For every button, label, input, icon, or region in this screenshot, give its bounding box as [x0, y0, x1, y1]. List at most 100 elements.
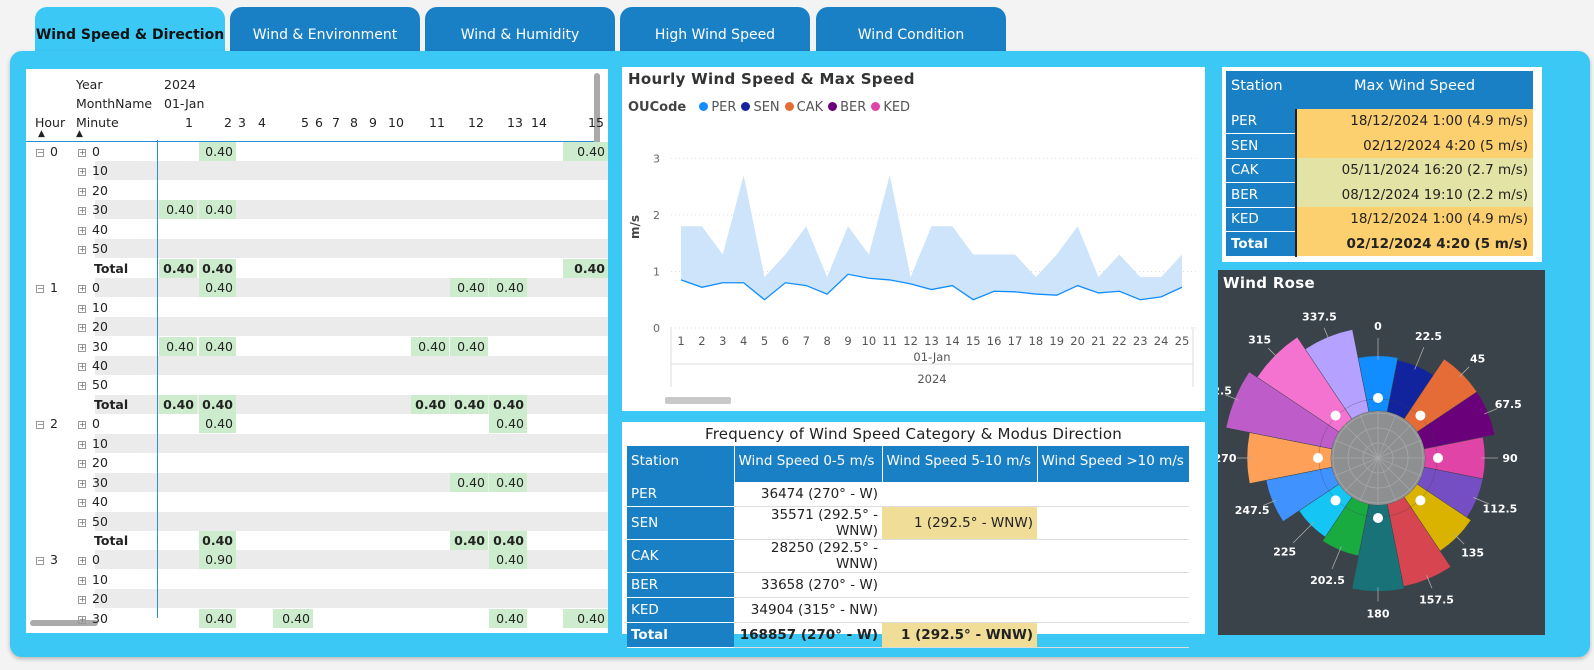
col-station[interactable]: Station	[1226, 71, 1296, 109]
matrix-value-cell[interactable]: 0.40	[563, 258, 608, 278]
day-column-header[interactable]: 2	[224, 115, 232, 130]
max-speed-cell[interactable]: 02/12/2024 4:20 (5 m/s)	[1296, 133, 1533, 158]
minute-row-header[interactable]: +30	[78, 200, 108, 219]
day-column-header[interactable]: 11	[429, 115, 445, 130]
minute-row-header[interactable]: +10	[78, 161, 108, 180]
value-cell[interactable]: 28250 (292.5° - WNW)	[734, 539, 882, 574]
max-speed-cell[interactable]: 18/12/2024 1:00 (4.9 m/s)	[1296, 109, 1533, 134]
expand-icon[interactable]: +	[78, 168, 86, 177]
day-column-header[interactable]: 6	[315, 115, 323, 130]
minute-row-header[interactable]: +40	[78, 220, 108, 239]
minute-row-header[interactable]: +50	[78, 375, 108, 394]
minute-row-header[interactable]: +0	[78, 278, 100, 297]
minute-row-header[interactable]: +0	[78, 550, 100, 569]
value-cell[interactable]	[1037, 622, 1189, 648]
expand-icon[interactable]: +	[78, 149, 86, 157]
matrix-value-cell[interactable]: 0.40	[159, 336, 197, 356]
day-column-header[interactable]: 12	[468, 115, 484, 130]
matrix-value-cell[interactable]: 0.40	[411, 336, 449, 356]
collapse-icon[interactable]: −	[36, 421, 44, 430]
minute-row-header[interactable]: Total	[94, 531, 128, 550]
matrix-value-cell[interactable]: 0.40	[489, 608, 527, 628]
station-cell[interactable]: CAK	[627, 539, 734, 574]
wind-rose-marker[interactable]	[1313, 453, 1323, 463]
minute-row-header[interactable]: +40	[78, 356, 108, 375]
collapse-icon[interactable]: −	[36, 149, 44, 157]
minute-row-header[interactable]: +10	[78, 570, 108, 589]
expand-icon[interactable]: +	[78, 285, 86, 294]
table-row[interactable]: Total 168857 (270° - W) 1 (292.5° - WNW)	[627, 622, 1189, 648]
value-cell[interactable]	[1037, 597, 1189, 623]
matrix-value-cell[interactable]: 0.40	[199, 414, 236, 434]
expand-icon[interactable]: +	[78, 343, 86, 352]
col-speed-gt-10[interactable]: Wind Speed >10 m/s	[1037, 446, 1190, 482]
tab-wind-speed-direction[interactable]: Wind Speed & Direction	[35, 7, 225, 55]
minute-row-header[interactable]: Total	[94, 259, 128, 278]
matrix-value-cell[interactable]: 0.40	[489, 472, 527, 492]
tab-wind-environment[interactable]: Wind & Environment	[230, 7, 420, 55]
tab-wind-condition[interactable]: Wind Condition	[816, 7, 1006, 55]
minute-row-header[interactable]: +10	[78, 434, 108, 453]
wind-rose-marker[interactable]	[1415, 495, 1426, 506]
hour-row-header[interactable]: −1	[36, 278, 58, 297]
matrix-value-cell[interactable]: 0.40	[450, 394, 488, 414]
matrix-value-cell[interactable]: 0.40	[450, 278, 488, 298]
table-row[interactable]: CAK 05/11/2024 16:20 (2.7 m/s)	[1226, 158, 1533, 183]
tab-high-wind-speed[interactable]: High Wind Speed	[620, 7, 810, 55]
col-speed-5-10[interactable]: Wind Speed 5-10 m/s	[882, 446, 1038, 482]
station-cell[interactable]: CAK	[1226, 158, 1297, 183]
sort-hour-icon[interactable]: ▲	[38, 129, 45, 139]
table-row[interactable]: SEN 02/12/2024 4:20 (5 m/s)	[1226, 133, 1533, 159]
station-cell[interactable]: BER	[1226, 182, 1297, 208]
table-row[interactable]: CAK 28250 (292.5° - WNW)	[627, 539, 1189, 574]
day-column-header[interactable]: 10	[388, 115, 404, 130]
value-cell[interactable]: 35571 (292.5° - WNW)	[734, 506, 882, 541]
max-wind-speed-table[interactable]: Station Max Wind Speed PER 18/12/2024 1:0…	[1226, 71, 1533, 257]
matrix-value-cell[interactable]: 0.40	[199, 608, 236, 628]
matrix-value-cell[interactable]: 0.40	[563, 608, 608, 628]
wind-speed-matrix[interactable]: Year 2024 MonthName 01-Jan Hour Minute ▲…	[26, 69, 608, 633]
hourly-wind-speed-chart[interactable]: Hourly Wind Speed & Max Speed OUCode PER…	[622, 67, 1205, 411]
expand-icon[interactable]: +	[78, 207, 86, 216]
matrix-value-cell[interactable]: 0.40	[489, 414, 527, 434]
matrix-value-cell[interactable]: 0.40	[411, 394, 449, 414]
value-cell[interactable]: 1 (292.5° - WNW)	[882, 506, 1037, 541]
expand-icon[interactable]: +	[78, 518, 86, 527]
expand-icon[interactable]: +	[78, 187, 86, 196]
wind-rose-marker[interactable]	[1330, 410, 1341, 421]
table-row[interactable]: KED 34904 (315° - NW)	[627, 597, 1189, 623]
station-cell[interactable]: PER	[1226, 109, 1297, 134]
station-cell[interactable]: Total	[627, 622, 734, 648]
expand-icon[interactable]: +	[78, 246, 86, 255]
wind-rose-marker[interactable]	[1433, 453, 1443, 463]
minute-row-header[interactable]: +0	[78, 142, 100, 161]
value-cell[interactable]: 168857 (270° - W)	[734, 622, 882, 648]
table-row[interactable]: SEN 35571 (292.5° - WNW) 1 (292.5° - WNW)	[627, 506, 1189, 541]
matrix-value-cell[interactable]: 0.40	[159, 394, 197, 414]
day-column-header[interactable]: 14	[531, 115, 547, 130]
value-cell[interactable]	[882, 597, 1037, 623]
wind-rose-marker[interactable]	[1373, 513, 1383, 523]
matrix-value-cell[interactable]: 0.40	[489, 531, 527, 550]
station-cell[interactable]: KED	[627, 597, 734, 623]
col-speed-0-5[interactable]: Wind Speed 0-5 m/s	[734, 446, 883, 482]
minute-row-header[interactable]: +30	[78, 473, 108, 492]
expand-icon[interactable]: +	[78, 324, 86, 333]
matrix-value-cell[interactable]: 0.40	[450, 531, 488, 550]
minute-row-header[interactable]: +20	[78, 589, 108, 608]
day-column-header[interactable]: 8	[350, 115, 358, 130]
max-speed-area[interactable]	[681, 175, 1182, 300]
expand-icon[interactable]: +	[78, 596, 86, 605]
chart-scrollbar[interactable]	[665, 397, 731, 404]
day-column-header[interactable]: 13	[507, 115, 523, 130]
minute-row-header[interactable]: +20	[78, 317, 108, 336]
col-max-wind-speed[interactable]: Max Wind Speed	[1296, 71, 1533, 109]
value-cell[interactable]: 33658 (270° - W)	[734, 572, 882, 599]
minute-row-header[interactable]: +50	[78, 239, 108, 258]
matrix-value-cell[interactable]: 0.40	[199, 336, 236, 356]
expand-icon[interactable]: +	[78, 304, 86, 313]
matrix-value-cell[interactable]: 0.40	[273, 608, 313, 628]
value-cell[interactable]: 1 (292.5° - WNW)	[882, 622, 1037, 648]
matrix-value-cell[interactable]: 0.40	[199, 278, 236, 298]
wind-rose-marker[interactable]	[1373, 393, 1383, 403]
